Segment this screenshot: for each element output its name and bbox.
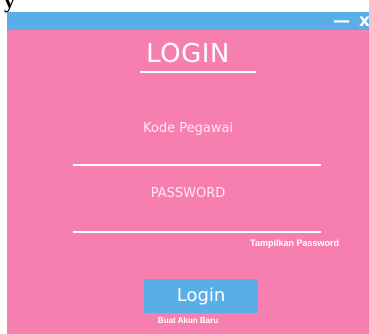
minimize-icon[interactable]: — <box>333 12 350 30</box>
employee-code-input[interactable]: Kode Pegawai <box>7 121 369 137</box>
close-icon[interactable]: x <box>359 12 369 30</box>
create-account-link[interactable]: Buat Akun Baru <box>7 316 369 325</box>
login-button[interactable]: Login <box>144 279 258 313</box>
employee-code-underline <box>73 164 321 166</box>
login-title: LOGIN <box>146 39 230 69</box>
login-window: — x LOGIN Kode Pegawai PASSWORD Tampilka… <box>7 12 369 334</box>
show-password-toggle[interactable]: Tampilkan Password <box>250 238 339 248</box>
title-bar[interactable]: — x <box>7 12 369 30</box>
password-input[interactable]: PASSWORD <box>7 186 369 202</box>
title-underline <box>140 71 256 73</box>
password-underline <box>73 231 321 233</box>
